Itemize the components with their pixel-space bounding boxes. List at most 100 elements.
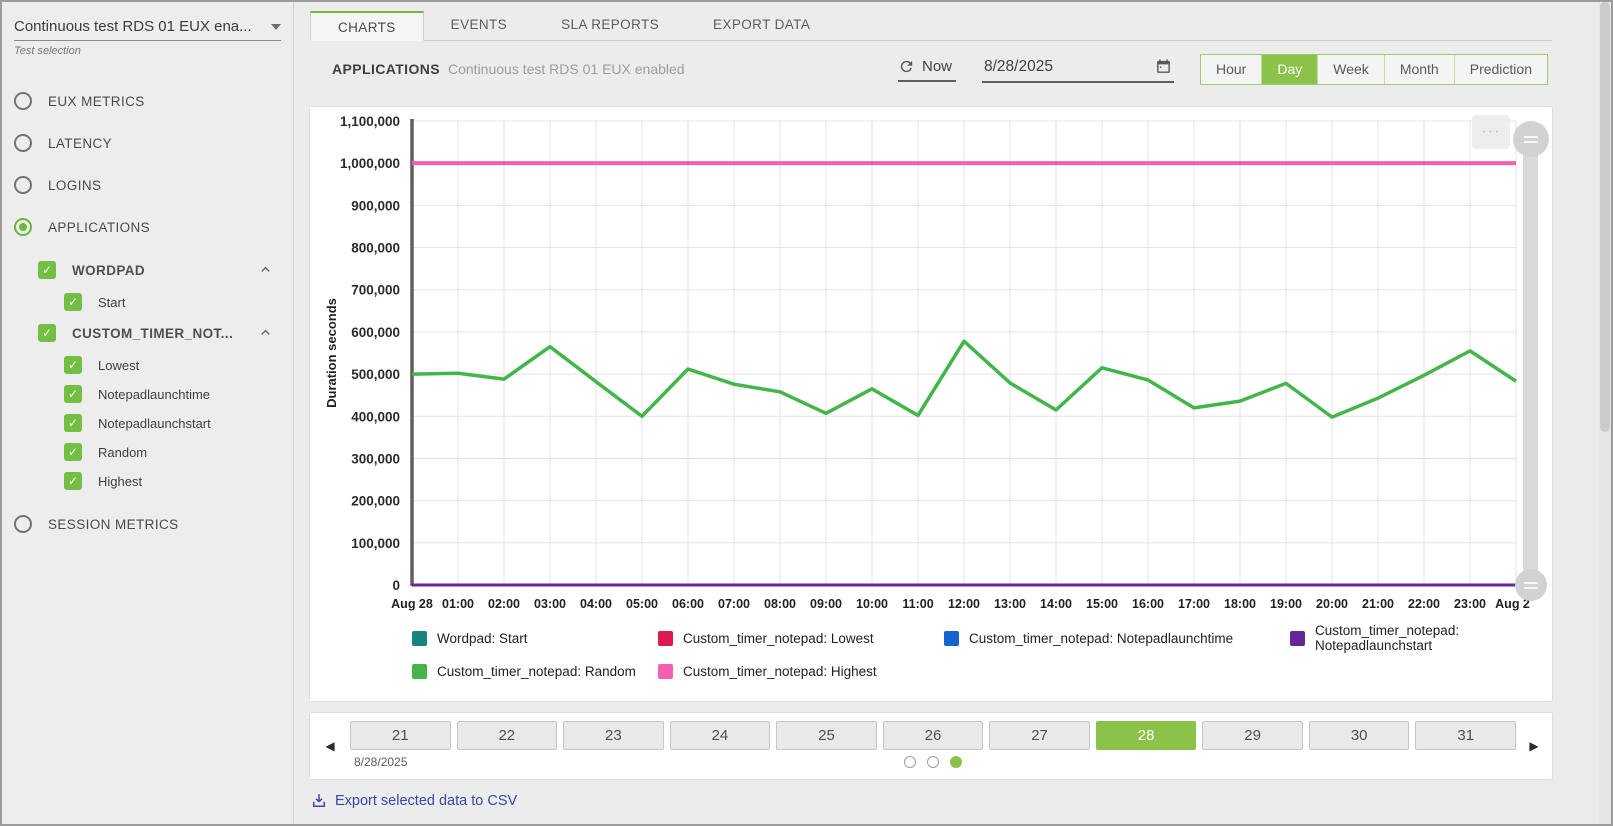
calendar-icon bbox=[1155, 58, 1172, 75]
sidebar-item-eux-metrics[interactable]: EUX METRICS bbox=[14, 91, 281, 111]
svg-text:600,000: 600,000 bbox=[351, 325, 400, 340]
legend-swatch bbox=[1290, 631, 1305, 646]
sidebar-metric-highest[interactable]: ✓Highest bbox=[64, 472, 279, 490]
legend-item-custom-timer-notepad-notepadlaunchstart[interactable]: Custom_timer_notepad: Notepadlaunchstart bbox=[1290, 623, 1552, 653]
sidebar-group-wordpad[interactable]: ✓WORDPAD bbox=[38, 259, 279, 281]
day-button-22[interactable]: 22 bbox=[457, 721, 558, 750]
next-page-arrow[interactable]: ▶ bbox=[1516, 713, 1552, 779]
svg-text:05:00: 05:00 bbox=[626, 597, 658, 611]
legend-item-custom-timer-notepad-highest[interactable]: Custom_timer_notepad: Highest bbox=[658, 664, 944, 679]
sidebar-metric-lowest[interactable]: ✓Lowest bbox=[64, 356, 279, 374]
svg-text:18:00: 18:00 bbox=[1224, 597, 1256, 611]
svg-text:100,000: 100,000 bbox=[351, 536, 400, 551]
svg-text:Aug 28: Aug 28 bbox=[391, 597, 433, 611]
legend-item-custom-timer-notepad-notepadlaunchtime[interactable]: Custom_timer_notepad: Notepadlaunchtime bbox=[944, 623, 1290, 653]
range-button-prediction[interactable]: Prediction bbox=[1454, 55, 1547, 84]
duration-line-chart: 0100,000200,000300,000400,000500,000600,… bbox=[320, 107, 1530, 619]
now-label: Now bbox=[922, 58, 952, 75]
checkbox-checked-icon[interactable]: ✓ bbox=[38, 261, 56, 279]
day-button-25[interactable]: 25 bbox=[776, 721, 877, 750]
sidebar-item-label: APPLICATIONS bbox=[48, 220, 150, 235]
chart-menu-button[interactable]: ··· bbox=[1472, 115, 1510, 149]
svg-text:Duration seconds: Duration seconds bbox=[324, 298, 339, 408]
slider-track[interactable] bbox=[1523, 131, 1538, 581]
day-strip-date: 8/28/2025 bbox=[354, 755, 407, 769]
sidebar-metric-notepadlaunchstart[interactable]: ✓Notepadlaunchstart bbox=[64, 414, 279, 432]
date-input[interactable]: 8/28/2025 bbox=[982, 56, 1174, 83]
slider-handle-top[interactable] bbox=[1513, 121, 1549, 157]
sidebar-item-latency[interactable]: LATENCY bbox=[14, 133, 281, 153]
tab-export-data[interactable]: EXPORT DATA bbox=[686, 10, 837, 40]
day-button-30[interactable]: 30 bbox=[1309, 721, 1410, 750]
checkbox-checked-icon[interactable]: ✓ bbox=[64, 443, 82, 461]
range-button-day[interactable]: Day bbox=[1261, 55, 1317, 84]
radio-icon bbox=[14, 92, 32, 110]
range-button-hour[interactable]: Hour bbox=[1201, 55, 1261, 84]
legend-label: Wordpad: Start bbox=[437, 631, 528, 646]
prev-page-arrow[interactable]: ◀ bbox=[310, 713, 350, 779]
svg-text:12:00: 12:00 bbox=[948, 597, 980, 611]
sidebar-nav: EUX METRICS LATENCY LOGINS APPLICATIONS ✓WOR… bbox=[2, 91, 293, 534]
tab-bar: CHARTSEVENTSSLA REPORTSEXPORT DATA bbox=[310, 10, 1552, 41]
day-button-28[interactable]: 28 bbox=[1096, 721, 1197, 750]
pagination-dot-2[interactable] bbox=[927, 756, 939, 768]
day-button-27[interactable]: 27 bbox=[989, 721, 1090, 750]
radio-icon bbox=[14, 218, 32, 236]
sidebar-metric-random[interactable]: ✓ Random bbox=[64, 443, 279, 461]
legend-item-custom-timer-notepad-random[interactable]: Custom_timer_notepad: Random bbox=[412, 664, 658, 679]
svg-text:17:00: 17:00 bbox=[1178, 597, 1210, 611]
sidebar-group-custom-timer-not[interactable]: ✓CUSTOM_TIMER_NOT... bbox=[38, 322, 279, 344]
checkbox-checked-icon[interactable]: ✓ bbox=[64, 356, 82, 374]
tab-sla-reports[interactable]: SLA REPORTS bbox=[534, 10, 686, 40]
range-button-week[interactable]: Week bbox=[1317, 55, 1384, 84]
svg-text:700,000: 700,000 bbox=[351, 283, 400, 298]
svg-text:1,000,000: 1,000,000 bbox=[340, 156, 400, 171]
sidebar-metric-label: Random bbox=[98, 445, 147, 460]
sidebar-item-session-metrics[interactable]: SESSION METRICS bbox=[14, 514, 281, 534]
sidebar: Continuous test RDS 01 EUX ena... Test s… bbox=[2, 2, 294, 824]
range-button-month[interactable]: Month bbox=[1384, 55, 1454, 84]
svg-text:09:00: 09:00 bbox=[810, 597, 842, 611]
test-selection-dropdown[interactable]: Continuous test RDS 01 EUX ena... bbox=[14, 18, 281, 41]
sidebar-metric-notepadlaunchtime[interactable]: ✓Notepadlaunchtime bbox=[64, 385, 279, 403]
svg-text:11:00: 11:00 bbox=[902, 597, 933, 611]
svg-text:01:00: 01:00 bbox=[442, 597, 474, 611]
section-subtitle: Continuous test RDS 01 EUX enabled bbox=[448, 61, 685, 77]
legend-label: Custom_timer_notepad: Lowest bbox=[683, 631, 874, 646]
svg-text:19:00: 19:00 bbox=[1270, 597, 1302, 611]
slider-handle-bottom[interactable] bbox=[1515, 569, 1547, 601]
pagination-dot-3[interactable] bbox=[950, 756, 962, 768]
page-scrollbar-thumb[interactable] bbox=[1600, 2, 1610, 432]
tab-events[interactable]: EVENTS bbox=[424, 10, 534, 40]
export-csv-link[interactable]: Export selected data to CSV bbox=[310, 792, 517, 810]
test-selection-label: Test selection bbox=[14, 45, 281, 57]
checkbox-checked-icon[interactable]: ✓ bbox=[64, 414, 82, 432]
collapse-chevron-icon[interactable] bbox=[258, 262, 273, 282]
now-button[interactable]: Now bbox=[898, 56, 956, 82]
checkbox-checked-icon[interactable]: ✓ bbox=[64, 472, 82, 490]
legend-swatch bbox=[412, 631, 427, 646]
sidebar-metric-start[interactable]: ✓Start bbox=[64, 293, 279, 311]
dropdown-caret-icon bbox=[271, 24, 281, 30]
legend-swatch bbox=[658, 664, 673, 679]
pagination-dot-1[interactable] bbox=[904, 756, 916, 768]
radio-icon bbox=[14, 515, 32, 533]
tab-charts[interactable]: CHARTS bbox=[310, 11, 424, 41]
day-button-21[interactable]: 21 bbox=[350, 721, 451, 750]
refresh-icon bbox=[898, 58, 915, 75]
svg-text:16:00: 16:00 bbox=[1132, 597, 1164, 611]
day-button-24[interactable]: 24 bbox=[670, 721, 771, 750]
checkbox-checked-icon[interactable]: ✓ bbox=[38, 324, 56, 342]
collapse-chevron-icon[interactable] bbox=[258, 325, 273, 345]
day-button-31[interactable]: 31 bbox=[1415, 721, 1516, 750]
day-button-29[interactable]: 29 bbox=[1202, 721, 1303, 750]
day-button-26[interactable]: 26 bbox=[883, 721, 984, 750]
legend-item-custom-timer-notepad-lowest[interactable]: Custom_timer_notepad: Lowest bbox=[658, 623, 944, 653]
sidebar-item-logins[interactable]: LOGINS bbox=[14, 175, 281, 195]
sidebar-item-label: EUX METRICS bbox=[48, 94, 145, 109]
legend-item-wordpad-start[interactable]: Wordpad: Start bbox=[412, 623, 658, 653]
sidebar-item-applications[interactable]: APPLICATIONS bbox=[14, 217, 281, 237]
checkbox-checked-icon[interactable]: ✓ bbox=[64, 293, 82, 311]
day-button-23[interactable]: 23 bbox=[563, 721, 664, 750]
checkbox-checked-icon[interactable]: ✓ bbox=[64, 385, 82, 403]
